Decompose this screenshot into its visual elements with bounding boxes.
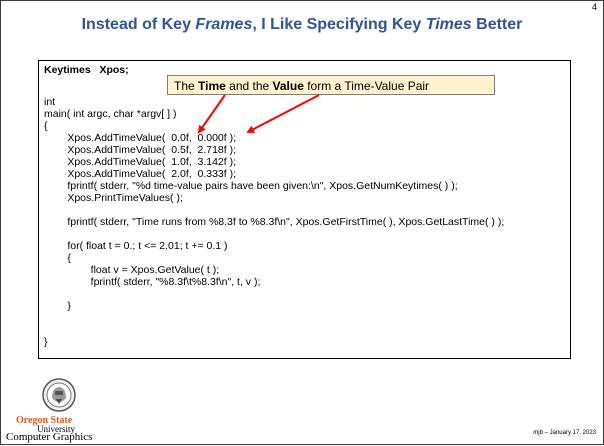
- callout-text: The: [174, 79, 199, 93]
- code-line: Keytimes Xpos;: [44, 64, 129, 76]
- title-part: , I Like Specifying Key: [252, 16, 426, 33]
- oregon-state-beaver-logo-icon: [42, 378, 76, 412]
- slide-number: 4: [591, 2, 597, 12]
- title-part: Better: [471, 16, 523, 33]
- department-label: Computer Graphics: [6, 431, 93, 443]
- code-line: for( float t = 0.; t <= 2.01; t += 0.1 ): [44, 240, 228, 252]
- callout-text: and the: [225, 79, 273, 93]
- code-line: main( int argc, char *argv[ ] ): [44, 108, 177, 120]
- callout-time: Time: [198, 79, 226, 93]
- slide-title: Instead of Key Frames, I Like Specifying…: [15, 16, 589, 34]
- callout-value: Value: [272, 79, 304, 93]
- title-part-frames: Frames: [195, 16, 253, 33]
- code-line: Xpos.PrintTimeValues( );: [44, 192, 183, 204]
- callout-box: The Time and the Value form a Time-Value…: [167, 75, 495, 95]
- code-line: fprintf( stderr, "Time runs from %8.3f t…: [44, 216, 505, 228]
- title-part: Instead of Key: [81, 16, 196, 33]
- code-line: }: [44, 336, 48, 348]
- code-line: fprintf( stderr, "%8.3f\t%8.3f\n", t, v …: [44, 276, 261, 288]
- title-part-times: Times: [425, 16, 472, 33]
- code-box: Keytimes Xpos; int main( int argc, char …: [38, 60, 571, 359]
- code-line: }: [44, 300, 71, 312]
- slide: 4 Instead of Key Frames, I Like Specifyi…: [0, 0, 604, 445]
- code-block: Keytimes Xpos; int main( int argc, char …: [39, 61, 504, 348]
- callout-text: form a Time-Value Pair: [303, 79, 430, 93]
- footer-date: mjb – January 17, 2023: [533, 430, 596, 436]
